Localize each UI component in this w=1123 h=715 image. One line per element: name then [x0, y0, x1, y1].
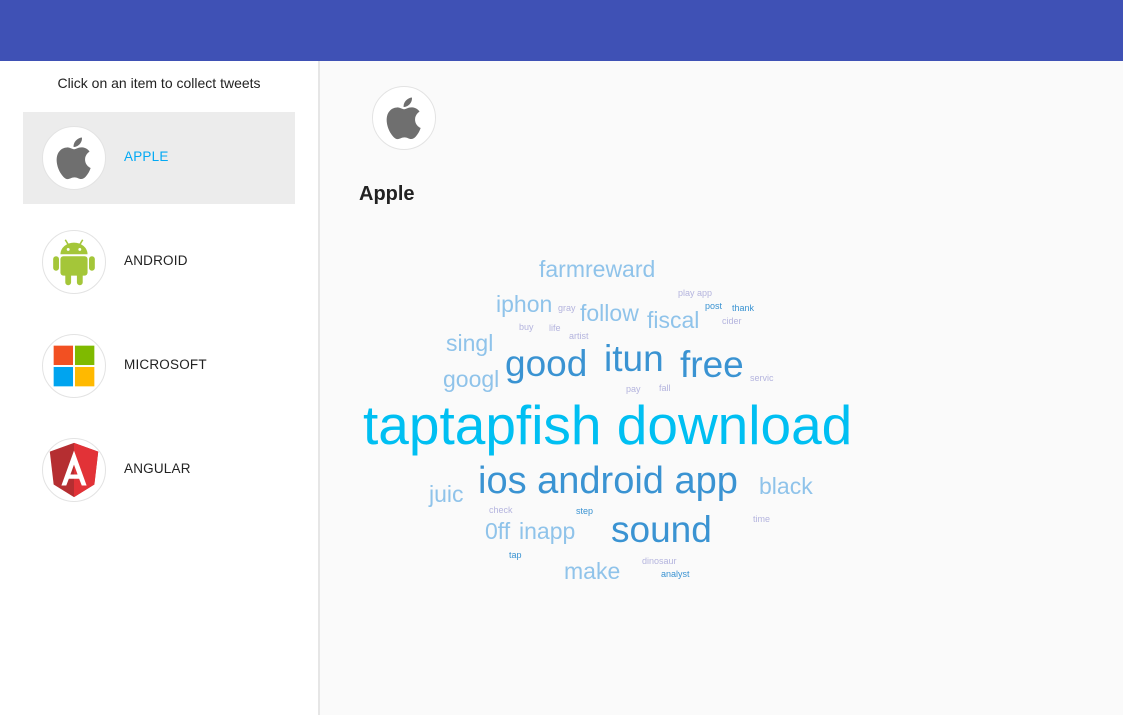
- word-cloud-word: singl: [446, 330, 494, 356]
- word-cloud-word: inapp: [519, 518, 576, 544]
- word-cloud-word: fiscal: [647, 307, 700, 333]
- word-cloud-word: tap: [509, 550, 522, 560]
- word-cloud-word: googl: [443, 366, 500, 392]
- word-cloud-word: good: [505, 343, 588, 384]
- word-cloud-word: analyst: [661, 569, 690, 579]
- word-cloud-word: post: [705, 301, 723, 311]
- word-cloud-word: time: [753, 514, 771, 524]
- sidebar-item-microsoft[interactable]: MICROSOFT: [23, 320, 295, 412]
- word-cloud-word: iphon: [496, 291, 553, 317]
- word-cloud-word: life: [549, 323, 561, 333]
- word-cloud-word: artist: [569, 331, 589, 341]
- sidebar-item-android[interactable]: ANDROID: [23, 216, 295, 308]
- angular-logo-icon: [42, 438, 106, 502]
- sidebar-item-apple[interactable]: APPLE: [23, 112, 295, 204]
- android-logo-icon: [42, 230, 106, 294]
- word-cloud-word: check: [489, 505, 513, 515]
- word-cloud-word: make: [564, 558, 621, 584]
- word-cloud-word: free: [680, 344, 744, 385]
- word-cloud-word: follow: [580, 300, 639, 326]
- word-cloud-word: thank: [732, 303, 755, 313]
- word-cloud-word: gray: [558, 303, 576, 313]
- word-cloud-word: fall: [659, 383, 671, 393]
- sidebar-item-label: MICROSOFT: [124, 357, 207, 372]
- word-cloud-word: step: [576, 506, 594, 516]
- sidebar: Click on an item to collect tweets APPLE: [0, 61, 320, 715]
- word-cloud-word: cider: [722, 316, 742, 326]
- sidebar-item-label: APPLE: [124, 149, 169, 164]
- word-cloud-word: buy: [519, 322, 534, 332]
- microsoft-logo-icon: [42, 334, 106, 398]
- word-cloud-word: 0ff: [485, 518, 511, 544]
- word-cloud-word: taptapfish download: [363, 394, 853, 456]
- sidebar-item-label: ANGULAR: [124, 461, 191, 476]
- page-title: Apple: [359, 183, 415, 205]
- word-cloud-word: juic: [429, 481, 464, 507]
- sidebar-item-angular[interactable]: ANGULAR: [23, 424, 295, 516]
- word-cloud-word: dinosaur: [642, 556, 677, 566]
- app-header-bar: [0, 0, 1123, 61]
- word-cloud-word: servic: [750, 373, 774, 383]
- word-cloud-word: play app: [678, 288, 713, 298]
- apple-logo-icon: [42, 126, 106, 190]
- word-cloud-word: pay: [626, 384, 641, 394]
- word-cloud-word: itun: [604, 338, 664, 379]
- word-cloud-word: ios android app: [478, 460, 738, 502]
- sidebar-item-label: ANDROID: [124, 253, 188, 268]
- word-cloud-word: farmreward: [539, 256, 656, 282]
- word-cloud-word: sound: [611, 509, 712, 550]
- sidebar-hint: Click on an item to collect tweets: [57, 75, 261, 91]
- word-cloud-word: black: [759, 473, 813, 499]
- apple-logo-icon: [372, 86, 436, 150]
